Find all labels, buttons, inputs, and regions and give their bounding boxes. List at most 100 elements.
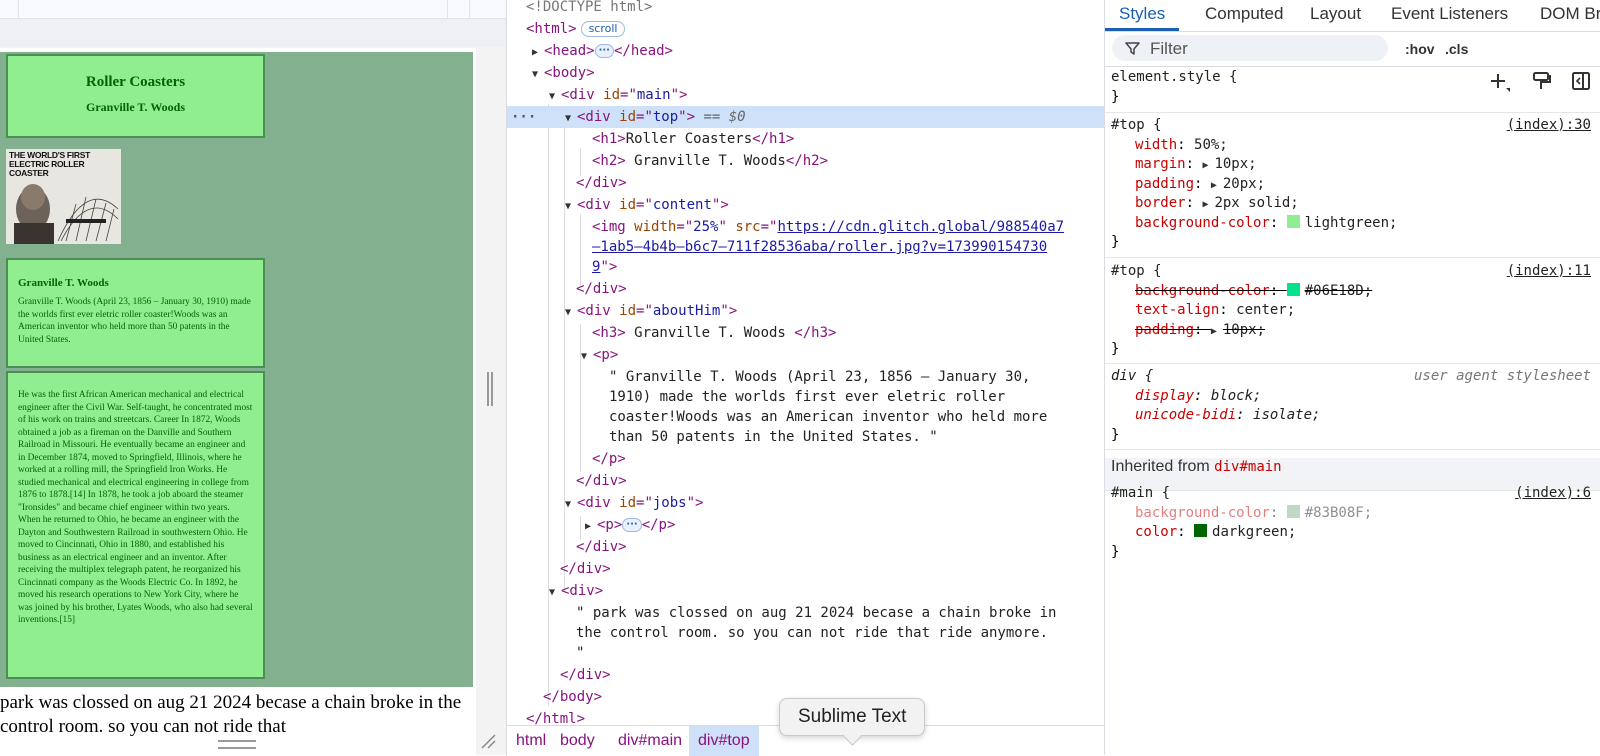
rule-source: user agent stylesheet <box>1413 368 1591 384</box>
tab-event-listeners[interactable]: Event Listeners <box>1383 0 1516 31</box>
tab-layout[interactable]: Layout <box>1302 0 1369 31</box>
image-src-link[interactable]: https://cdn.glitch.global/988540a7 <box>777 219 1064 235</box>
collapse-arrow-icon[interactable]: ▼ <box>565 494 577 516</box>
breadcrumb-div-top[interactable]: div#top <box>689 726 759 756</box>
css-declaration[interactable]: color: darkgreen; <box>1105 523 1600 543</box>
dom-node-p[interactable]: ▼ <p> <box>507 344 1105 366</box>
collapsed-content-icon[interactable]: ··· <box>622 518 642 532</box>
dom-node-div-abouthim-close[interactable]: </div> <box>507 470 1105 492</box>
css-declaration[interactable]: margin: ▶ 10px; <box>1105 155 1600 175</box>
elements-panel[interactable]: <!DOCTYPE html> <html> scroll ▶ <head> ··· <… <box>506 0 1105 725</box>
css-declaration[interactable]: text-align: center; <box>1105 301 1600 321</box>
color-swatch[interactable] <box>1286 214 1300 228</box>
tab-styles[interactable]: Styles <box>1105 0 1180 31</box>
dom-node-h3[interactable]: <h3> Granville T. Woods </h3> <box>507 322 1105 344</box>
breadcrumb-body[interactable]: body <box>551 726 604 756</box>
collapse-arrow-icon[interactable]: ▼ <box>581 346 593 368</box>
dom-node-body[interactable]: ▼ <body> <box>507 62 1105 84</box>
css-declaration-not-inherited[interactable]: background-color: #83B08F; <box>1105 504 1600 524</box>
css-declaration-overridden[interactable]: padding: ▶ 10px; <box>1105 321 1600 341</box>
dom-node-p-close[interactable]: </p> <box>507 448 1105 470</box>
dom-node-div-top[interactable]: ··· ▼ <div id="top"> == $0 <box>507 106 1105 128</box>
dom-node-img[interactable]: <img width="25%" src="https://cdn.glitch… <box>507 216 1105 238</box>
rule-source-link[interactable]: (index):30 <box>1507 116 1591 136</box>
color-swatch[interactable] <box>1286 282 1300 296</box>
rendered-page: Roller Coasters Granville T. Woods THE W… <box>0 48 476 755</box>
dom-node-div-content-close[interactable]: </div> <box>507 278 1105 300</box>
dom-node-h1[interactable]: <h1>Roller Coasters</h1> <box>507 128 1105 150</box>
dom-node-div-close[interactable]: </div> <box>507 664 1105 686</box>
page-preview[interactable]: Roller Coasters Granville T. Woods THE W… <box>0 0 506 755</box>
dom-node-h2[interactable]: <h2> Granville T. Woods</h2> <box>507 150 1105 172</box>
color-swatch[interactable] <box>1194 524 1208 537</box>
tab-dom-breakpoints[interactable]: DOM Br <box>1532 0 1600 31</box>
dom-node-div[interactable]: ▼ <div> <box>507 580 1105 602</box>
more-options-icon[interactable]: ··· <box>511 106 536 128</box>
roller-coaster-image: THE WORLD'S FIRST ELECTRIC ROLLER COASTE… <box>6 149 121 244</box>
collapse-arrow-icon[interactable]: ▼ <box>549 86 561 108</box>
class-toggle[interactable]: .cls <box>1445 39 1468 59</box>
dom-node-div-abouthim[interactable]: ▼ <div id="aboutHim"> <box>507 300 1105 322</box>
dom-node-img-end[interactable]: 9"> <box>507 256 1105 278</box>
collapsed-content-icon[interactable]: ··· <box>594 44 614 58</box>
top-div: Roller Coasters Granville T. Woods <box>6 54 265 138</box>
hover-state-toggle[interactable]: :hov <box>1405 39 1435 59</box>
rule-top-11[interactable]: #top {(index):11 background-color: #06E1… <box>1105 262 1600 364</box>
styles-panel[interactable]: Styles Computed Layout Event Listeners D… <box>1104 0 1600 755</box>
expand-arrow-icon[interactable]: ▶ <box>1211 176 1223 196</box>
expand-arrow-icon[interactable]: ▶ <box>1202 195 1214 215</box>
filter-box[interactable] <box>1112 35 1388 61</box>
collapse-arrow-icon[interactable]: ▼ <box>532 64 544 86</box>
collapse-arrow-icon[interactable]: ▼ <box>565 302 577 324</box>
expand-arrow-icon[interactable]: ▶ <box>1211 322 1223 342</box>
collapse-arrow-icon[interactable]: ▼ <box>565 196 577 218</box>
collapse-arrow-icon[interactable]: ▼ <box>565 108 577 130</box>
about-heading: Granville T. Woods <box>18 277 109 289</box>
dom-node-div-top-close[interactable]: </div> <box>507 172 1105 194</box>
breadcrumb-html[interactable]: html <box>507 726 555 756</box>
dom-node-head[interactable]: ▶ <head> ··· </head> <box>507 40 1105 62</box>
dom-node-div-jobs[interactable]: ▼ <div id="jobs"> <box>507 492 1105 514</box>
p-text-line-3: coaster!Woods was an American inventor w… <box>609 409 1048 425</box>
css-declaration: display: block; <box>1135 387 1262 404</box>
preview-top-strip <box>0 0 506 19</box>
rule-source-link[interactable]: (index):6 <box>1515 484 1591 504</box>
rule-top-30[interactable]: #top {(index):30 width: 50%; margin: ▶ 10… <box>1105 116 1600 258</box>
dom-node-div-main[interactable]: ▼ <div id="main"> <box>507 84 1105 106</box>
park-text-line-1: " park was clossed on aug 21 2024 becase… <box>576 605 1057 621</box>
rule-source-link[interactable]: (index):11 <box>1507 262 1591 282</box>
park-text-line-2: the control room. so you can not ride th… <box>576 625 1049 641</box>
dom-node-div-content[interactable]: ▼ <div id="content"> <box>507 194 1105 216</box>
css-declaration[interactable]: padding: ▶ 20px; <box>1105 175 1600 195</box>
dom-node-p-collapsed[interactable]: ▶ <p> ··· </p> <box>507 514 1105 536</box>
expand-arrow-icon[interactable]: ▶ <box>585 516 597 538</box>
resize-handle-horizontal[interactable] <box>218 740 256 749</box>
scroll-badge[interactable]: scroll <box>580 21 626 37</box>
rule-main[interactable]: #main {(index):6 background-color: #83B0… <box>1105 484 1600 566</box>
rule-element-style[interactable]: element.style { } <box>1105 68 1600 113</box>
resize-corner-icon[interactable] <box>480 733 496 749</box>
pane-splitter[interactable] <box>487 372 493 406</box>
inherited-selector-link[interactable]: div#main <box>1214 459 1281 475</box>
filter-input[interactable] <box>1148 38 1382 60</box>
collapse-arrow-icon[interactable]: ▼ <box>549 582 561 604</box>
expand-arrow-icon[interactable]: ▶ <box>1202 156 1214 176</box>
dom-node-div-jobs-close[interactable]: </div> <box>507 536 1105 558</box>
css-declaration[interactable]: width: 50%; <box>1105 136 1600 156</box>
dom-node-html[interactable]: <html> scroll <box>507 18 1105 40</box>
css-declaration-overridden[interactable]: background-color: #06E18D; <box>1105 282 1600 302</box>
dom-text-line: coaster!Woods was an American inventor w… <box>507 406 1105 428</box>
preview-toolbar <box>0 19 506 47</box>
rule-close: } <box>1111 543 1120 560</box>
tab-computed[interactable]: Computed <box>1197 0 1291 31</box>
dom-node-img-cont[interactable]: –1ab5–4b4b–b6c7–711f28536aba/roller.jpg?… <box>507 236 1105 258</box>
dom-node-div-main-close[interactable]: </div> <box>507 558 1105 580</box>
rule-div-user-agent[interactable]: div {user agent stylesheet display: bloc… <box>1105 367 1600 450</box>
css-declaration[interactable]: background-color: lightgreen; <box>1105 214 1600 234</box>
image-src-link-cont[interactable]: –1ab5–4b4b–b6c7–711f28536aba/roller.jpg?… <box>507 239 1047 255</box>
breadcrumb-div-main[interactable]: div#main <box>609 726 691 756</box>
css-declaration[interactable]: border: ▶ 2px solid; <box>1105 194 1600 214</box>
expand-arrow-icon[interactable]: ▶ <box>532 42 544 64</box>
dom-node-doctype[interactable]: <!DOCTYPE html> <box>507 0 1105 18</box>
color-swatch[interactable] <box>1286 504 1300 518</box>
